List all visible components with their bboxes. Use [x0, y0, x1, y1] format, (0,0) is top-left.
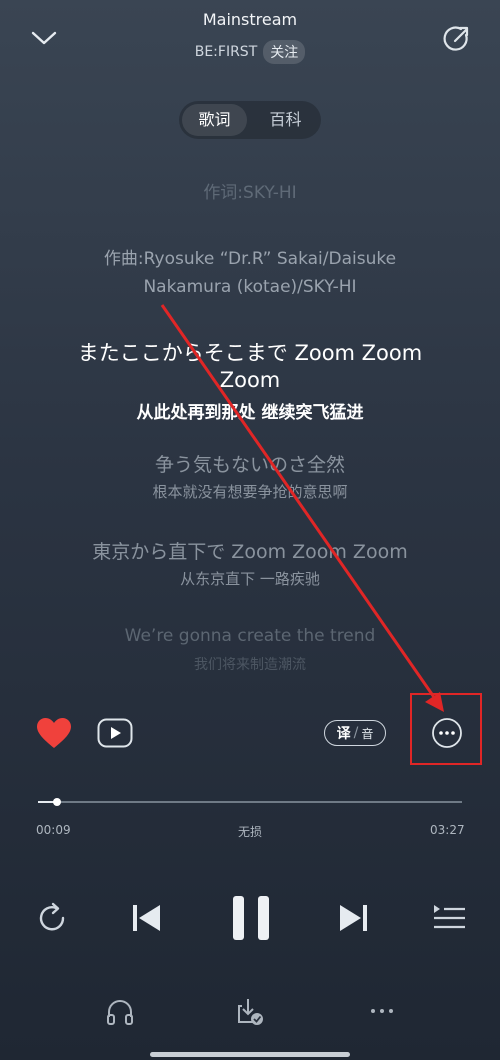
share-icon	[443, 26, 469, 51]
total-time: 03:27	[430, 823, 465, 837]
play-video-icon	[97, 718, 133, 748]
song-title: Mainstream	[202, 10, 298, 29]
previous-icon	[133, 905, 160, 931]
tab-lyrics[interactable]: 歌词	[182, 104, 247, 136]
heart-icon	[37, 718, 71, 748]
lyric-translation[interactable]: 从东京直下 一路疾驰	[20, 568, 480, 589]
audio-quality-label[interactable]: 无损	[0, 823, 500, 840]
lyric-current-line-2[interactable]: Zoom	[20, 367, 480, 393]
repeat-icon	[39, 902, 65, 931]
tab-wiki[interactable]: 百科	[253, 104, 318, 136]
lyric-credit-composer-1: 作曲:Ryosuke “Dr.R” Sakai/Daisuke	[103, 249, 397, 269]
sound-effects-button[interactable]	[102, 994, 138, 1030]
home-indicator	[150, 1052, 350, 1057]
pause-icon	[233, 896, 269, 940]
lyric-translation[interactable]: 根本就没有想要争抢的意思啊	[20, 481, 480, 502]
artist-row: BE:FIRST 关注	[0, 40, 500, 64]
share-button[interactable]	[440, 22, 474, 56]
headphones-icon	[107, 1000, 133, 1025]
lyric-current-line-1[interactable]: またここからそこまで Zoom Zoom	[20, 340, 480, 366]
follow-button[interactable]: 关注	[263, 40, 306, 64]
download-button[interactable]	[232, 994, 268, 1030]
repeat-button[interactable]	[32, 898, 72, 938]
lyric-line[interactable]: 争う気もないのさ全然	[20, 450, 480, 477]
more-bottom-button[interactable]	[364, 998, 400, 1024]
playlist-icon	[434, 905, 465, 929]
more-icon	[371, 1009, 393, 1013]
previous-button[interactable]	[128, 899, 164, 937]
like-button[interactable]	[34, 714, 74, 752]
lyric-current-translation[interactable]: 从此处再到那处 继续突飞猛进	[20, 398, 480, 423]
download-icon	[238, 999, 263, 1025]
lyric-credit-composer-2: Nakamura (kotae)/SKY-HI	[143, 277, 357, 297]
playlist-button[interactable]	[430, 899, 468, 937]
lyric-line[interactable]: We’re gonna create the trend	[20, 626, 480, 646]
progress-track[interactable]	[38, 801, 462, 803]
toggle-separator: /	[353, 725, 359, 741]
artist-name[interactable]: BE:FIRST	[195, 44, 258, 60]
next-button[interactable]	[336, 899, 372, 937]
lyric-line[interactable]: 東京から直下で Zoom Zoom Zoom	[20, 537, 480, 564]
pause-button[interactable]	[228, 893, 274, 943]
next-icon	[340, 905, 367, 931]
progress-handle[interactable]	[53, 798, 61, 806]
translate-toggle[interactable]: 译 / 音	[324, 720, 386, 746]
annotation-highlight-box	[410, 693, 482, 765]
phonetic-label: 音	[361, 726, 374, 741]
lyric-translation[interactable]: 我们将来制造潮流	[20, 654, 480, 674]
translate-label: 译	[336, 726, 351, 742]
lyric-credit-lyricist: 作词:SKY-HI	[203, 183, 297, 203]
video-button[interactable]	[97, 717, 133, 749]
tab-switcher: 歌词 百科	[179, 101, 321, 139]
